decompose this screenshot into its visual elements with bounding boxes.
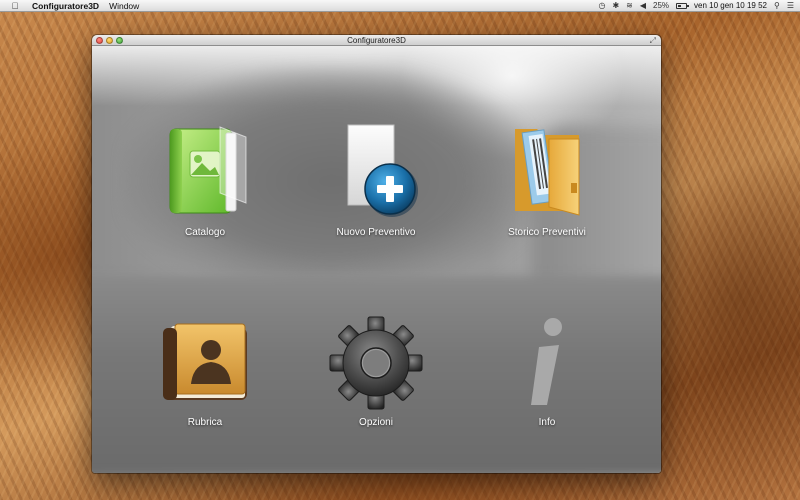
menu-bar:  Configuratore3D Window ◷ ✱ ≋ ◀ 25% ven…: [0, 0, 800, 12]
nuovo-preventivo-label: Nuovo Preventivo: [336, 227, 416, 238]
gear-icon: [321, 313, 431, 413]
info-icon: [492, 313, 602, 413]
minimize-button[interactable]: [106, 37, 113, 44]
opzioni-button[interactable]: Opzioni: [301, 313, 451, 453]
battery-icon[interactable]: [676, 3, 690, 9]
fullscreen-icon[interactable]: ⤢: [650, 36, 656, 46]
status-area: ◷ ✱ ≋ ◀ 25% ven 10 gen 10 19 52 ⚲ ☰: [598, 0, 794, 12]
volume-icon[interactable]: ◀: [640, 0, 646, 12]
app-window: Configuratore3D ⤢ Catalogo Nuovo Prevent…: [92, 35, 661, 473]
address-book-icon: [150, 313, 260, 413]
window-title: Configuratore3D: [347, 35, 406, 45]
catalog-book-icon: [150, 121, 260, 221]
battery-percent[interactable]: 25%: [653, 0, 669, 12]
menu-window[interactable]: Window: [109, 1, 139, 11]
folder-icon: [492, 121, 602, 221]
app-menu[interactable]: Configuratore3D: [32, 1, 99, 11]
info-label: Info: [538, 417, 556, 428]
spotlight-icon[interactable]: ⚲: [774, 0, 780, 12]
bluetooth-icon[interactable]: ✱: [612, 0, 619, 12]
window-controls: [96, 37, 123, 44]
time-machine-icon[interactable]: ◷: [598, 0, 605, 12]
clock[interactable]: ven 10 gen 10 19 52: [694, 0, 767, 12]
main-content: Catalogo Nuovo Preventivo Storico Preven…: [92, 46, 661, 473]
rubrica-label: Rubrica: [187, 417, 223, 428]
apple-menu-icon[interactable]: : [8, 1, 22, 11]
zoom-button[interactable]: [116, 37, 123, 44]
title-bar[interactable]: Configuratore3D ⤢: [92, 35, 661, 46]
storico-preventivi-label: Storico Preventivi: [508, 227, 586, 238]
nuovo-preventivo-button[interactable]: Nuovo Preventivo: [301, 121, 451, 261]
notification-center-icon[interactable]: ☰: [787, 0, 794, 12]
info-button[interactable]: Info: [472, 313, 622, 453]
rubrica-button[interactable]: Rubrica: [130, 313, 280, 453]
close-button[interactable]: [96, 37, 103, 44]
new-document-plus-icon: [321, 121, 431, 221]
storico-preventivi-button[interactable]: Storico Preventivi: [472, 121, 622, 261]
catalogo-label: Catalogo: [184, 227, 226, 238]
wifi-icon[interactable]: ≋: [626, 0, 633, 12]
catalogo-button[interactable]: Catalogo: [130, 121, 280, 261]
opzioni-label: Opzioni: [359, 417, 393, 428]
